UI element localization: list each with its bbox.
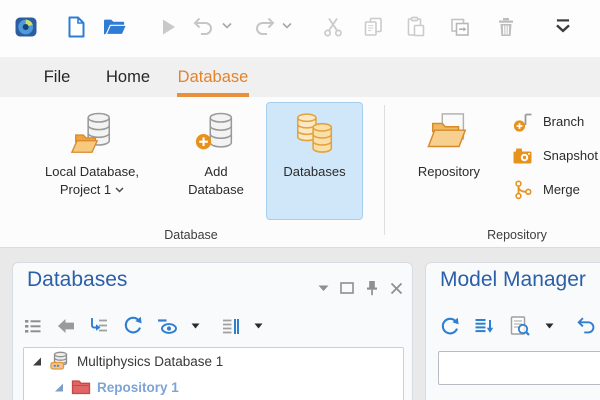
tree-row-label: Repository 1 [97,380,179,395]
panel-float-icon[interactable] [340,282,354,294]
new-file-button[interactable] [62,13,90,41]
tab-database[interactable]: Database [175,57,251,97]
duplicate-button[interactable] [446,13,474,41]
tree-expander-icon[interactable] [53,381,65,393]
redo-button[interactable] [250,13,278,41]
snapshot-label: Snapshot [543,148,598,163]
add-database-button[interactable]: Add Database [172,102,260,220]
ribbon-database: Local Database, Project 1 [0,97,600,248]
undo-dropdown-icon[interactable] [222,22,234,32]
branch-label: Branch [543,114,584,129]
preview-search-icon[interactable] [509,315,531,337]
databases-icon [292,110,338,160]
undo-icon[interactable] [576,315,598,337]
merge-button[interactable]: Merge [512,175,600,203]
model-manager-filter-input[interactable] [438,351,600,385]
databases-panel: Databases [12,262,413,400]
open-file-button[interactable] [100,13,128,41]
sort-list-icon[interactable] [474,316,495,337]
ribbon-group-separator [384,105,385,235]
merge-label: Merge [543,182,580,197]
repository-button[interactable]: Repository [398,102,500,220]
merge-icon [512,179,533,200]
add-database-label-line2: Database [173,181,259,199]
branch-button[interactable]: Branch [512,107,600,135]
refresh-icon[interactable] [122,315,143,336]
databases-button[interactable]: Databases [266,102,363,220]
panel-pin-icon[interactable] [365,280,379,296]
local-database-button[interactable]: Local Database, Project 1 [16,102,168,220]
repository-icon [426,110,472,160]
group-label-database: Database [0,228,382,242]
columns-dropdown-icon[interactable] [254,323,263,329]
workspace: Databases [0,248,600,400]
show-view-eye-icon[interactable] [156,316,178,336]
paste-button[interactable] [402,13,430,41]
databases-panel-window-controls [318,280,403,296]
group-label-repository: Repository [386,228,600,242]
repository-red-folder-icon [71,378,91,396]
columns-icon[interactable] [221,316,241,336]
databases-panel-toolbar [23,315,263,336]
delete-button[interactable] [492,13,520,41]
snapshot-camera-icon [512,145,533,166]
show-view-dropdown-icon[interactable] [191,323,200,329]
tree-row-multiphysics-database[interactable]: Multiphysics Database 1 [24,348,403,374]
local-database-label-line1: Local Database, [17,163,167,181]
snapshot-button[interactable]: Snapshot [512,141,600,169]
tree-row-label: Multiphysics Database 1 [77,354,223,369]
model-manager-panel-title: Model Manager [440,268,586,292]
add-database-label-line1: Add [173,163,259,181]
app-logo-icon [12,13,40,41]
tab-file[interactable]: File [33,57,81,97]
repository-label: Repository [399,163,499,181]
databases-label: Databases [267,163,362,181]
local-database-icon [69,110,115,160]
database-server-icon [49,350,71,372]
back-arrow-icon[interactable] [56,316,76,336]
panel-collapse-icon[interactable] [318,285,329,292]
application-window: File Home Database [0,0,600,400]
panel-close-icon[interactable] [390,282,403,295]
collapse-goto-icon[interactable] [89,316,109,336]
preview-dropdown-icon[interactable] [545,323,554,329]
tree-expander-icon[interactable] [31,355,43,367]
model-manager-panel: Model Manager [425,262,600,400]
undo-button[interactable] [190,13,218,41]
refresh-icon[interactable] [439,316,460,337]
tab-database-label: Database [178,68,249,86]
databases-tree: Multiphysics Database 1 Repository 1 [23,347,404,400]
tree-row-repository-1[interactable]: Repository 1 [24,374,403,400]
databases-panel-title: Databases [27,268,127,292]
redo-dropdown-icon[interactable] [282,22,294,32]
local-database-label-line2: Project 1 [60,181,111,199]
branch-icon [512,111,533,132]
list-view-icon[interactable] [23,316,43,336]
run-button[interactable] [154,13,182,41]
cut-button[interactable] [320,13,348,41]
ribbon-tab-row: File Home Database [0,57,600,97]
quick-access-toolbar [0,0,600,57]
customize-toolbar-button[interactable] [550,13,578,41]
chevron-down-icon [115,187,124,193]
copy-button[interactable] [360,13,388,41]
tab-home[interactable]: Home [103,57,153,97]
model-manager-toolbar [439,315,598,337]
add-database-icon [193,110,239,160]
